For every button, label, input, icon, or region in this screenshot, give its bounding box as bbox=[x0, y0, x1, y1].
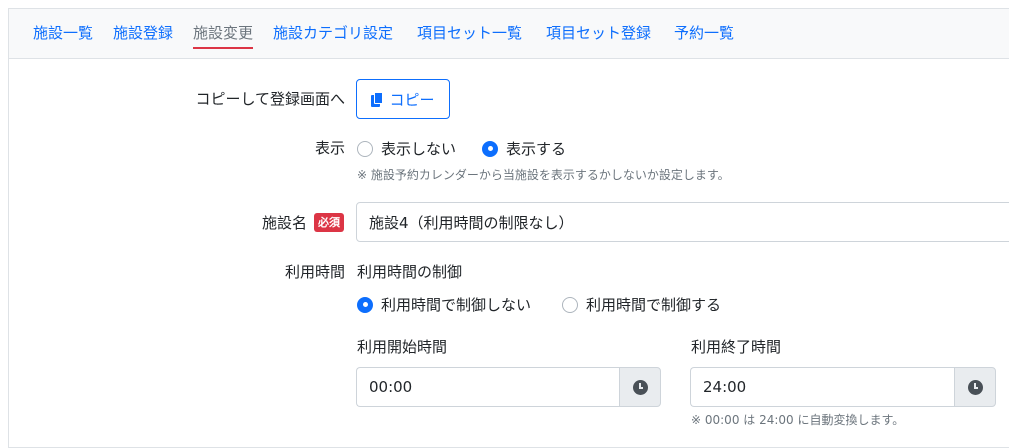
copy-button[interactable]: コピー bbox=[356, 79, 450, 119]
clock-icon bbox=[632, 379, 648, 395]
tab-itemset-list[interactable]: 項目セット一覧 bbox=[417, 22, 522, 44]
usage-time-control-heading: 利用時間の制御 bbox=[357, 263, 463, 281]
time-control-off-radio[interactable]: 利用時間で制御しない bbox=[357, 294, 531, 315]
display-show-label: 表示する bbox=[506, 140, 567, 158]
start-time-picker-button[interactable] bbox=[619, 367, 661, 407]
copy-icon bbox=[371, 91, 384, 107]
time-control-on-radio[interactable]: 利用時間で制御する bbox=[562, 294, 721, 315]
end-time-group: 24:00 bbox=[690, 367, 996, 407]
time-note: ※ 00:00 は 24:00 に自動変換します。 bbox=[691, 413, 905, 427]
start-time-input[interactable]: 00:00 bbox=[356, 367, 619, 407]
tab-facility-register[interactable]: 施設登録 bbox=[113, 22, 173, 44]
start-time-label: 利用開始時間 bbox=[357, 338, 448, 356]
radio-unchecked-icon bbox=[562, 296, 578, 313]
end-time-picker-button[interactable] bbox=[954, 367, 996, 407]
display-show-radio[interactable]: 表示する bbox=[482, 138, 566, 159]
facility-name-input[interactable]: 施設4（利用時間の制限なし） bbox=[356, 202, 1009, 242]
display-hide-radio[interactable]: 表示しない bbox=[357, 138, 456, 159]
tab-facility-edit[interactable]: 施設変更 bbox=[193, 22, 254, 49]
end-time-input[interactable]: 24:00 bbox=[690, 367, 954, 407]
tab-bar: 施設一覧 施設登録 施設変更 施設カテゴリ設定 項目セット一覧 項目セット登録 … bbox=[9, 9, 1009, 59]
usage-time-label: 利用時間 bbox=[284, 263, 345, 281]
radio-unchecked-icon bbox=[357, 140, 373, 157]
radio-checked-icon bbox=[482, 140, 498, 157]
display-hide-label: 表示しない bbox=[381, 140, 457, 158]
start-time-group: 00:00 bbox=[356, 367, 661, 407]
tab-itemset-register[interactable]: 項目セット登録 bbox=[546, 22, 651, 44]
time-control-on-label: 利用時間で制御する bbox=[586, 296, 722, 314]
tab-facility-category[interactable]: 施設カテゴリ設定 bbox=[273, 22, 393, 44]
display-note: ※ 施設予約カレンダーから当施設を表示するかしないか設定します。 bbox=[357, 168, 730, 182]
required-badge: 必須 bbox=[314, 213, 344, 232]
display-label: 表示 bbox=[314, 139, 345, 157]
clock-icon bbox=[967, 379, 983, 395]
page-frame: 施設一覧 施設登録 施設変更 施設カテゴリ設定 項目セット一覧 項目セット登録 … bbox=[8, 8, 1009, 448]
radio-checked-icon bbox=[357, 296, 373, 313]
tab-facility-list[interactable]: 施設一覧 bbox=[33, 22, 93, 44]
facility-name-label: 施設名 bbox=[261, 214, 307, 232]
copy-button-label: コピー bbox=[389, 90, 435, 109]
time-control-off-label: 利用時間で制御しない bbox=[381, 296, 532, 314]
tab-reservation-list[interactable]: 予約一覧 bbox=[674, 22, 734, 44]
end-time-label: 利用終了時間 bbox=[691, 338, 782, 356]
copy-label: コピーして登録画面へ bbox=[195, 90, 345, 108]
